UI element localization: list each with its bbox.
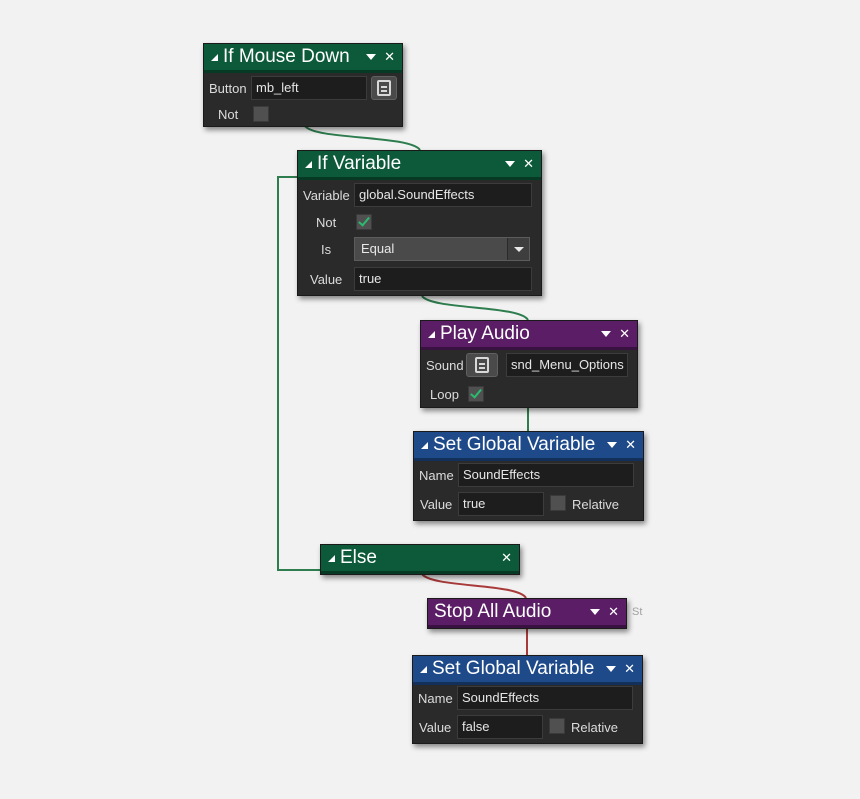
stop-all-audio-block[interactable]: Stop All Audio ✕ — [427, 598, 627, 629]
close-icon[interactable]: ✕ — [501, 552, 512, 565]
close-icon[interactable]: ✕ — [624, 663, 635, 676]
play-audio-header[interactable]: Play Audio ✕ — [421, 321, 637, 350]
dropdown-menu-icon[interactable] — [505, 161, 516, 167]
dropdown-menu-icon[interactable] — [606, 666, 617, 672]
name-label: Name — [418, 690, 453, 706]
else-header[interactable]: Else ✕ — [321, 545, 519, 574]
dropdown-menu-icon[interactable] — [366, 54, 377, 60]
variable-field[interactable]: global.SoundEffects — [354, 183, 532, 207]
close-icon[interactable]: ✕ — [523, 158, 534, 171]
comparison-value: Equal — [361, 241, 395, 256]
relative-label: Relative — [571, 719, 618, 735]
if-variable-header[interactable]: If Variable ✕ — [298, 151, 541, 180]
close-icon[interactable]: ✕ — [608, 606, 619, 619]
wire-variable-to-play — [421, 295, 529, 321]
if-mouse-down-block[interactable]: If Mouse Down ✕ Button mb_left Not — [203, 43, 403, 127]
collapse-icon[interactable] — [421, 441, 428, 449]
name-label: Name — [419, 467, 454, 483]
relative-checkbox[interactable] — [550, 495, 566, 511]
relative-checkbox[interactable] — [549, 718, 565, 734]
not-label: Not — [316, 214, 337, 230]
asset-browser-icon — [475, 357, 489, 373]
relative-label: Relative — [572, 496, 619, 512]
block-title: If Mouse Down — [223, 46, 350, 67]
value-field[interactable]: true — [458, 492, 544, 516]
close-icon[interactable]: ✕ — [625, 439, 636, 452]
loop-checkbox[interactable] — [468, 386, 484, 402]
set-global-variable-block-1[interactable]: Set Global Variable ✕ Name SoundEffects … — [413, 431, 644, 521]
else-block[interactable]: Else ✕ — [320, 544, 520, 575]
not-label: Not — [218, 106, 239, 122]
block-title: Set Global Variable — [433, 434, 596, 455]
name-field[interactable]: SoundEffects — [457, 686, 633, 710]
wire-mouse-to-variable — [304, 125, 421, 151]
block-title: Else — [340, 547, 377, 568]
stop-all-audio-header[interactable]: Stop All Audio ✕ — [428, 599, 626, 628]
sound-field[interactable]: snd_Menu_Options — [506, 353, 628, 377]
not-checkbox[interactable] — [253, 106, 269, 122]
play-audio-block[interactable]: Play Audio ✕ Sound snd_Menu_Options Loop — [420, 320, 638, 408]
name-field[interactable]: SoundEffects — [458, 463, 634, 487]
dropdown-menu-icon[interactable] — [590, 609, 601, 615]
sound-label: Sound — [426, 357, 464, 373]
close-icon[interactable]: ✕ — [384, 51, 395, 64]
value-field[interactable]: true — [354, 267, 532, 291]
if-variable-block[interactable]: If Variable ✕ Variable global.SoundEffec… — [297, 150, 542, 296]
block-title: Play Audio — [440, 323, 530, 344]
dropdown-menu-icon[interactable] — [607, 442, 618, 448]
variable-label: Variable — [303, 187, 350, 203]
sound-picker-button[interactable] — [466, 353, 498, 377]
block-title: Set Global Variable — [432, 658, 595, 679]
close-icon[interactable]: ✕ — [619, 328, 630, 341]
value-field[interactable]: false — [457, 715, 543, 739]
not-checkbox[interactable] — [356, 214, 372, 230]
set-global-variable-block-2[interactable]: Set Global Variable ✕ Name SoundEffects … — [412, 655, 643, 744]
value-label: Value — [420, 496, 453, 512]
value-label: Value — [419, 719, 452, 735]
chevron-down-icon[interactable] — [507, 238, 529, 260]
tooltip-fragment: St — [632, 606, 643, 618]
is-label: Is — [321, 241, 332, 257]
comparison-select[interactable]: Equal — [354, 237, 530, 261]
loop-label: Loop — [430, 386, 459, 402]
collapse-icon[interactable] — [428, 330, 435, 338]
list-picker-icon — [377, 80, 391, 96]
collapse-icon[interactable] — [420, 665, 427, 673]
block-title: If Variable — [317, 153, 402, 174]
collapse-icon[interactable] — [305, 160, 312, 168]
if-mouse-down-header[interactable]: If Mouse Down ✕ — [204, 44, 402, 73]
set-global-variable-header[interactable]: Set Global Variable ✕ — [414, 432, 643, 461]
value-label: Value — [310, 271, 343, 287]
dropdown-menu-icon[interactable] — [601, 331, 612, 337]
block-title: Stop All Audio — [434, 601, 552, 622]
wire-else-to-stop — [421, 573, 527, 599]
set-global-variable-header[interactable]: Set Global Variable ✕ — [413, 656, 642, 685]
button-label: Button — [209, 80, 247, 96]
button-field[interactable]: mb_left — [251, 76, 367, 100]
collapse-icon[interactable] — [328, 554, 335, 562]
collapse-icon[interactable] — [211, 53, 218, 61]
button-picker-button[interactable] — [371, 76, 397, 100]
